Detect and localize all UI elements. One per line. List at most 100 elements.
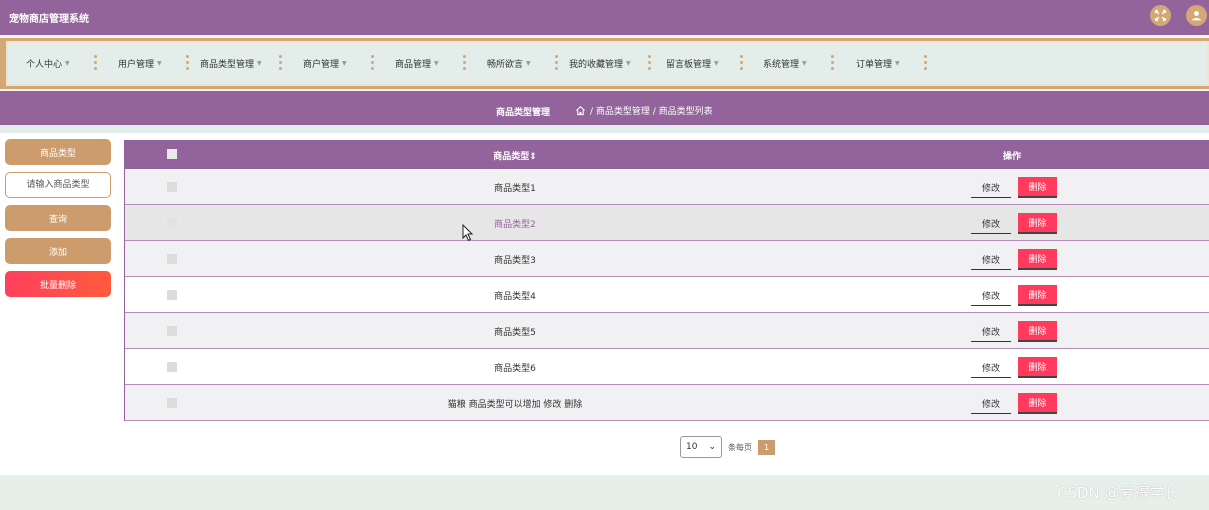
nav-label: 个人中心 [26,60,63,70]
app-title: 宠物商店管理系统 [9,14,89,25]
fullscreen-button[interactable] [1150,5,1171,26]
mouse-cursor-icon [462,224,474,242]
caret-down-icon: ▼ [434,60,439,67]
column-header-label: 商品类型 [493,152,530,162]
sort-icon[interactable]: ⇕ [529,152,537,162]
product-type-table: 商品类型⇕ 操作 商品类型1 修改 删除 商品类型2 修改 删除 商品类型3 修… [124,140,1209,421]
nav-label: 商户管理 [303,60,340,70]
nav-label: 系统管理 [763,60,800,70]
nav-label: 商品类型管理 [200,60,255,70]
nav-label: 留言板管理 [666,60,712,70]
product-type-cell: 商品类型6 [494,364,536,374]
user-icon [1192,11,1201,21]
edit-button[interactable]: 修改 [971,250,1011,270]
nav-item-forum[interactable]: 畅所欲言 ▼ [487,41,531,86]
edit-button[interactable]: 修改 [971,178,1011,198]
batch-delete-button[interactable]: 批量删除 [5,271,111,297]
nav-item-personal-center[interactable]: 个人中心 ▼ [26,41,70,86]
nav-item-orders[interactable]: 订单管理 ▼ [856,41,900,86]
page-size-value: 10 [686,442,698,452]
product-type-cell: 商品类型1 [494,184,536,194]
nav-label: 用户管理 [118,60,155,70]
table-header: 商品类型⇕ 操作 [125,140,1209,169]
nav-separator [463,55,467,75]
breadcrumb-path[interactable]: / 商品类型管理 / 商品类型列表 [590,104,713,117]
nav-label: 畅所欲言 [487,60,524,70]
user-avatar-button[interactable] [1186,5,1207,26]
per-page-label: 条每页 [728,442,752,452]
watermark: CSDN @爱得学长 [1057,484,1180,502]
breadcrumb-bar: 商品类型管理 / 商品类型管理 / 商品类型列表 [0,91,1209,125]
top-bar: 宠物商店管理系统 [0,0,1209,35]
edit-button[interactable]: 修改 [971,394,1011,414]
home-icon[interactable] [575,105,586,116]
table-row: 商品类型2 修改 删除 [125,205,1209,241]
nav-label: 我的收藏管理 [569,60,624,70]
nav-separator [924,55,928,75]
nav-separator [186,55,190,75]
page-number-current[interactable]: 1 [758,439,775,455]
nav-item-products[interactable]: 商品管理 ▼ [395,41,439,86]
page-size-select[interactable]: 10 ⌄ [680,436,722,458]
nav-separator [740,55,744,75]
fullscreen-icon [1154,9,1167,22]
edit-button[interactable]: 修改 [971,322,1011,342]
product-type-cell: 商品类型3 [494,256,536,266]
query-button[interactable]: 查询 [5,205,111,231]
chevron-down-icon: ⌄ [708,442,716,452]
nav-separator [555,55,559,75]
nav-separator [371,55,375,75]
page-title: 商品类型管理 [496,108,551,118]
caret-down-icon: ▼ [895,60,900,67]
nav-separator [94,55,98,75]
nav-separator [279,55,283,75]
caret-down-icon: ▼ [714,60,719,67]
column-header-product-type[interactable]: 商品类型⇕ [125,149,905,162]
nav-item-product-types[interactable]: 商品类型管理 ▼ [200,41,262,86]
delete-button[interactable]: 删除 [1018,321,1057,342]
delete-button[interactable]: 删除 [1018,285,1057,306]
caret-down-icon: ▼ [257,60,262,67]
nav-item-merchants[interactable]: 商户管理 ▼ [303,41,347,86]
nav-label: 订单管理 [856,60,893,70]
nav-separator [648,55,652,75]
nav-separator [831,55,835,75]
nav-item-message-board[interactable]: 留言板管理 ▼ [666,41,719,86]
add-button[interactable]: 添加 [5,238,111,264]
edit-button[interactable]: 修改 [971,358,1011,378]
nav-item-favorites[interactable]: 我的收藏管理 ▼ [569,41,631,86]
delete-button[interactable]: 删除 [1018,249,1057,270]
section-divider [0,125,1209,133]
table-row: 猫粮 商品类型可以增加 修改 删除 修改 删除 [125,385,1209,421]
product-type-cell: 商品类型5 [494,328,536,338]
product-type-cell: 商品类型4 [494,292,536,302]
footer [0,475,1209,510]
table-row: 商品类型6 修改 删除 [125,349,1209,385]
delete-button[interactable]: 删除 [1018,177,1057,198]
edit-button[interactable]: 修改 [971,286,1011,306]
edit-button[interactable]: 修改 [971,214,1011,234]
table-row: 商品类型3 修改 删除 [125,241,1209,277]
pagination: 10 ⌄ 条每页 1 [680,436,775,458]
caret-down-icon: ▼ [526,60,531,67]
nav-label: 商品管理 [395,60,432,70]
nav-item-system[interactable]: 系统管理 ▼ [763,41,807,86]
caret-down-icon: ▼ [157,60,162,67]
nav-item-users[interactable]: 用户管理 ▼ [118,41,162,86]
caret-down-icon: ▼ [342,60,347,67]
delete-button[interactable]: 删除 [1018,393,1057,414]
table-row: 商品类型5 修改 删除 [125,313,1209,349]
delete-button[interactable]: 删除 [1018,213,1057,234]
caret-down-icon: ▼ [65,60,70,67]
search-input[interactable] [5,172,111,198]
breadcrumb: / 商品类型管理 / 商品类型列表 [575,104,713,117]
column-header-actions: 操作 [1003,152,1022,162]
search-label-button: 商品类型 [5,139,111,165]
table-row: 商品类型1 修改 删除 [125,169,1209,205]
caret-down-icon: ▼ [802,60,807,67]
main-nav: 个人中心 ▼ 用户管理 ▼ 商品类型管理 ▼ 商户管理 ▼ 商品管理 ▼ 畅所欲言 ▼ 我的… [0,38,1209,89]
delete-button[interactable]: 删除 [1018,357,1057,378]
product-type-cell: 猫粮 商品类型可以增加 修改 删除 [447,400,583,410]
product-type-cell: 商品类型2 [494,220,536,230]
table-row: 商品类型4 修改 删除 [125,277,1209,313]
